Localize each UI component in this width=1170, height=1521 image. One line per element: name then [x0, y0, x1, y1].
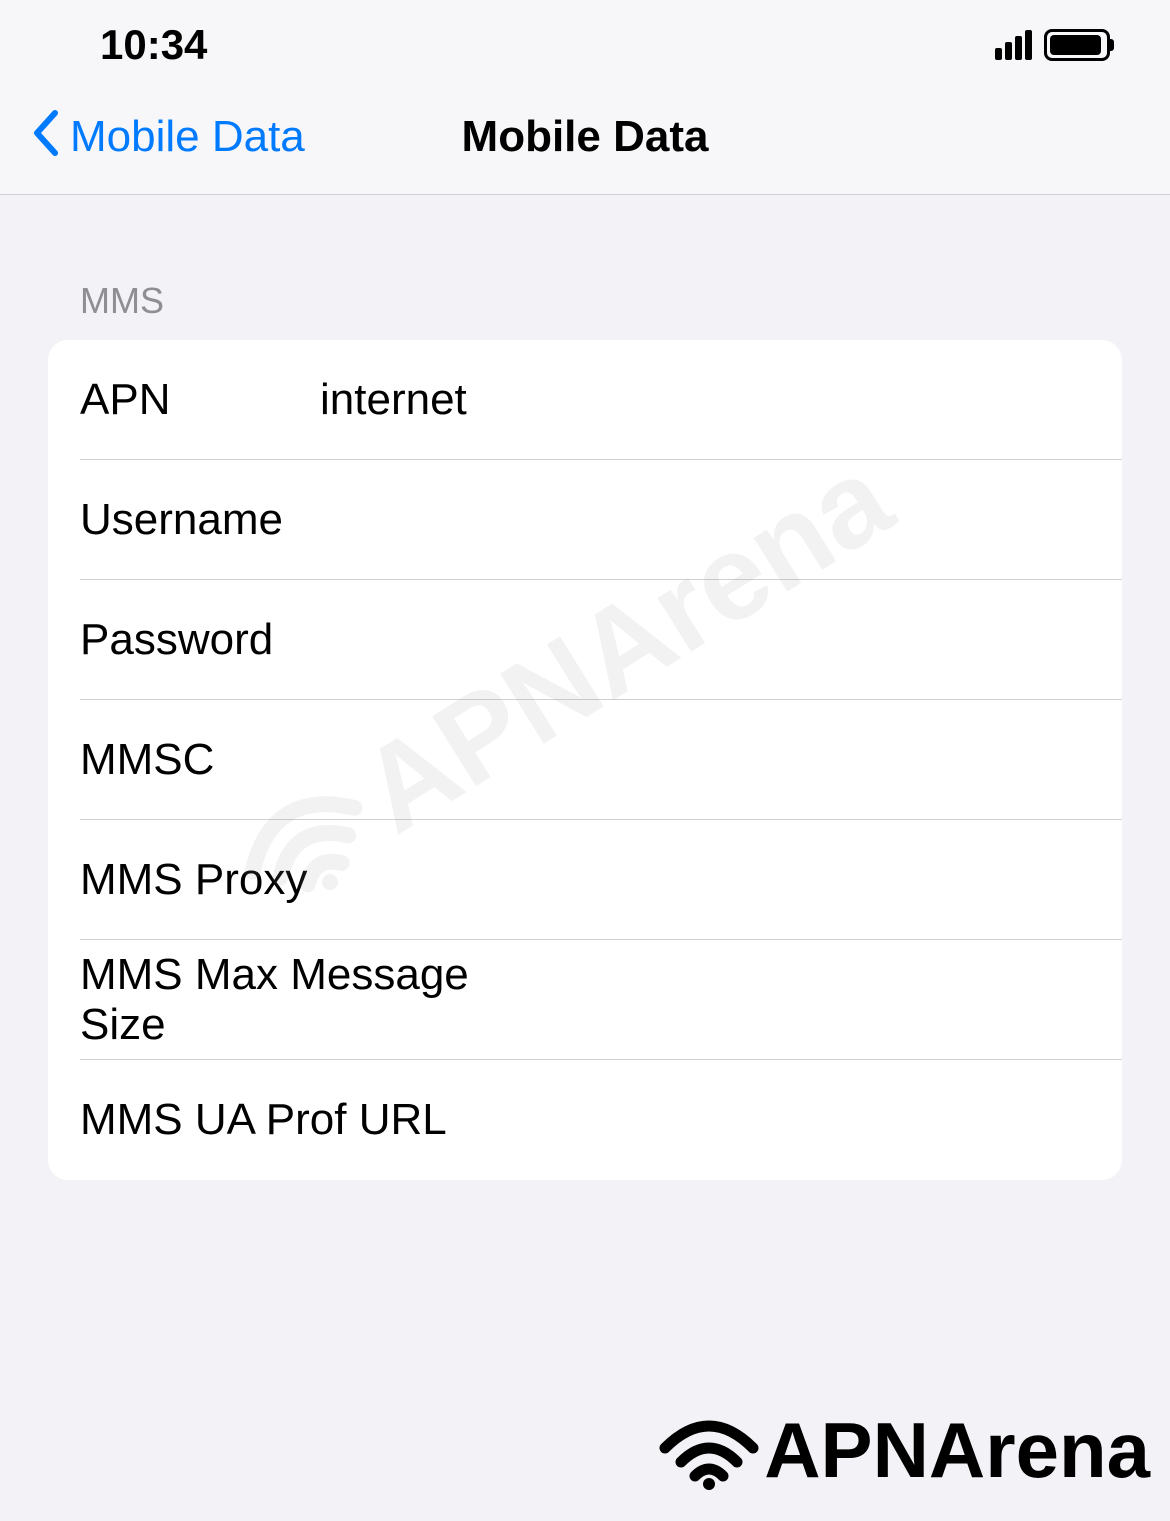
status-icons: [995, 29, 1110, 61]
status-bar: 10:34: [0, 0, 1170, 90]
mms-max-size-field[interactable]: [527, 975, 1122, 1025]
mms-max-size-row[interactable]: MMS Max Message Size: [48, 940, 1122, 1060]
username-row[interactable]: Username: [48, 460, 1122, 580]
apn-field[interactable]: [320, 375, 1122, 425]
password-row[interactable]: Password: [48, 580, 1122, 700]
mms-ua-prof-label: MMS UA Prof URL: [80, 1095, 527, 1145]
content: MMS APN Username Password MMSC MMS Proxy: [0, 195, 1170, 1180]
navigation-bar: Mobile Data Mobile Data: [0, 90, 1170, 195]
back-label: Mobile Data: [70, 112, 305, 162]
apn-label: APN: [80, 375, 320, 425]
password-field[interactable]: [320, 615, 1122, 665]
chevron-left-icon: [30, 108, 60, 167]
settings-group: APN Username Password MMSC MMS Proxy MMS…: [48, 340, 1122, 1180]
mms-proxy-row[interactable]: MMS Proxy: [48, 820, 1122, 940]
status-time: 10:34: [100, 21, 207, 69]
username-field[interactable]: [320, 495, 1122, 545]
footer-logo: APNArena: [659, 1405, 1150, 1496]
mms-ua-prof-row[interactable]: MMS UA Prof URL: [48, 1060, 1122, 1180]
footer-text: APNArena: [764, 1405, 1150, 1496]
section-header-mms: MMS: [80, 280, 1122, 322]
mms-ua-prof-field[interactable]: [527, 1095, 1122, 1145]
mms-max-size-label: MMS Max Message Size: [80, 950, 527, 1050]
page-title: Mobile Data: [462, 112, 709, 162]
mmsc-label: MMSC: [80, 735, 320, 785]
mms-proxy-field[interactable]: [527, 855, 1122, 905]
battery-icon: [1044, 29, 1110, 61]
mmsc-row[interactable]: MMSC: [48, 700, 1122, 820]
wifi-icon: [659, 1412, 759, 1490]
cellular-signal-icon: [995, 30, 1032, 60]
mms-proxy-label: MMS Proxy: [80, 855, 527, 905]
username-label: Username: [80, 495, 320, 545]
mmsc-field[interactable]: [320, 735, 1122, 785]
password-label: Password: [80, 615, 320, 665]
back-button[interactable]: Mobile Data: [30, 108, 305, 167]
apn-row[interactable]: APN: [48, 340, 1122, 460]
